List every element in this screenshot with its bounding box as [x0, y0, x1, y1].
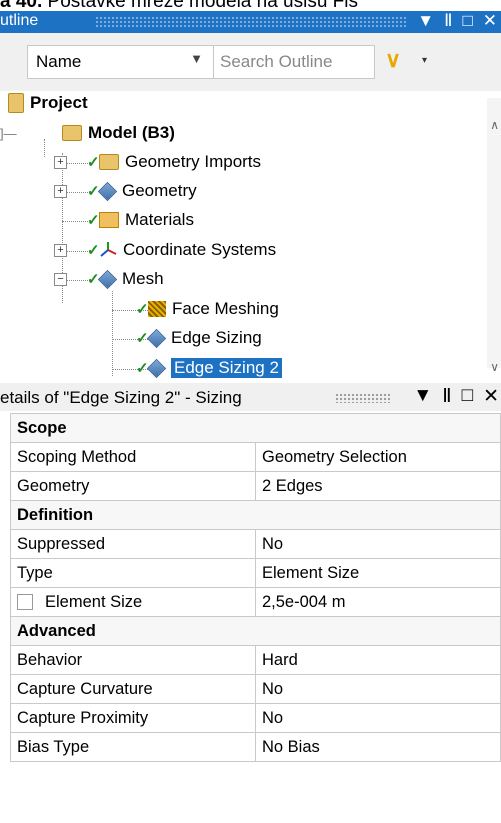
- details-grip[interactable]: [335, 393, 390, 403]
- dropdown-arrow-icon: ▼: [190, 51, 203, 66]
- tree-item-edge-sizing-2[interactable]: ✓ Edge Sizing 2: [136, 356, 282, 380]
- table-row[interactable]: Behavior Hard: [10, 645, 501, 675]
- status-check-icon: ✓: [87, 154, 100, 171]
- details-titlebar: etails of "Edge Sizing 2" - Sizing ▼ Ⅱ □…: [0, 383, 501, 411]
- close-icon[interactable]: ✕: [483, 385, 499, 408]
- details-title: etails of "Edge Sizing 2" - Sizing: [0, 388, 242, 407]
- table-row[interactable]: Geometry 2 Edges: [10, 471, 501, 501]
- table-row[interactable]: Type Element Size: [10, 558, 501, 588]
- outline-tree: Project ]— Model (B3) + ✓ Geometry Impor…: [0, 91, 501, 381]
- tree-item-edge-sizing[interactable]: ✓ Edge Sizing: [136, 326, 262, 350]
- details-properties-table: Scope Scoping Method Geometry Selection …: [10, 413, 501, 762]
- outline-titlebar: utline ▼ Ⅱ □ ✕: [0, 11, 501, 33]
- search-outline-input[interactable]: Search Outline: [213, 45, 375, 79]
- materials-icon: [99, 212, 119, 228]
- geometry-imports-icon: [99, 154, 119, 170]
- dropdown-icon[interactable]: ▼: [413, 385, 432, 408]
- table-row[interactable]: Capture Proximity No: [10, 703, 501, 733]
- tree-item-geometry-imports[interactable]: + ✓ Geometry Imports: [54, 150, 261, 174]
- expand-icon[interactable]: +: [54, 184, 67, 198]
- tree-item-coordinate-systems[interactable]: + ✓ Coordinate Systems: [54, 238, 276, 262]
- tree-item-materials[interactable]: ✓ Materials: [54, 208, 194, 232]
- edge-sizing-2-icon: [146, 358, 167, 378]
- expand-options-icon[interactable]: ∨: [385, 47, 401, 73]
- name-filter-select[interactable]: Name ▼: [27, 45, 214, 79]
- table-row[interactable]: Capture Curvature No: [10, 674, 501, 704]
- status-check-icon: ✓: [87, 242, 100, 259]
- more-icon[interactable]: ▾: [422, 55, 427, 66]
- pin-icon[interactable]: Ⅱ: [444, 11, 452, 31]
- group-header-advanced[interactable]: Advanced: [10, 616, 501, 646]
- figure-caption: a 40. Postavke mreze modela na usisu Fis: [0, 0, 501, 11]
- tree-item-face-meshing[interactable]: ✓ Face Meshing: [136, 297, 279, 321]
- expand-icon[interactable]: +: [54, 155, 67, 169]
- table-row[interactable]: Suppressed No: [10, 529, 501, 559]
- expand-icon[interactable]: +: [54, 243, 67, 257]
- table-row[interactable]: Element Size 2,5e-004 m: [10, 587, 501, 617]
- outline-scrollbar[interactable]: [487, 98, 501, 368]
- status-check-icon: ✓: [87, 212, 100, 229]
- parameter-checkbox[interactable]: [17, 594, 33, 611]
- collapse-icon[interactable]: −: [54, 272, 67, 286]
- tree-item-project[interactable]: Project: [8, 91, 88, 115]
- caption-prefix: a 40.: [0, 0, 43, 11]
- tree-item-model[interactable]: ]— Model (B3): [0, 121, 175, 145]
- project-icon: [8, 93, 24, 113]
- titlebar-grip[interactable]: [95, 16, 406, 28]
- status-check-icon: ✓: [136, 301, 149, 318]
- outline-title: utline: [0, 12, 39, 29]
- maximize-icon[interactable]: □: [462, 385, 473, 408]
- mesh-icon: [97, 269, 118, 289]
- model-icon: [62, 125, 82, 141]
- close-icon[interactable]: ✕: [483, 11, 497, 31]
- group-header-definition[interactable]: Definition: [10, 500, 501, 530]
- maximize-icon[interactable]: □: [462, 11, 472, 31]
- geometry-icon: [97, 181, 118, 201]
- caption-text: Postavke mreze modela na usisu Fis: [47, 0, 359, 11]
- edge-sizing-icon: [146, 328, 167, 348]
- coordinate-systems-icon: [99, 241, 117, 259]
- face-meshing-icon: [148, 301, 166, 317]
- tree-connector-icon: ]—: [0, 125, 17, 141]
- tree-item-mesh[interactable]: − ✓ Mesh: [54, 267, 164, 291]
- scroll-up-icon[interactable]: ∧: [490, 118, 499, 132]
- dropdown-icon[interactable]: ▼: [417, 11, 434, 31]
- scroll-down-icon[interactable]: ∨: [490, 360, 499, 374]
- group-header-scope[interactable]: Scope: [10, 413, 501, 443]
- tree-item-geometry[interactable]: + ✓ Geometry: [54, 179, 197, 203]
- pin-icon[interactable]: Ⅱ: [442, 385, 451, 408]
- table-row[interactable]: Bias Type No Bias: [10, 732, 501, 762]
- table-row[interactable]: Scoping Method Geometry Selection: [10, 442, 501, 472]
